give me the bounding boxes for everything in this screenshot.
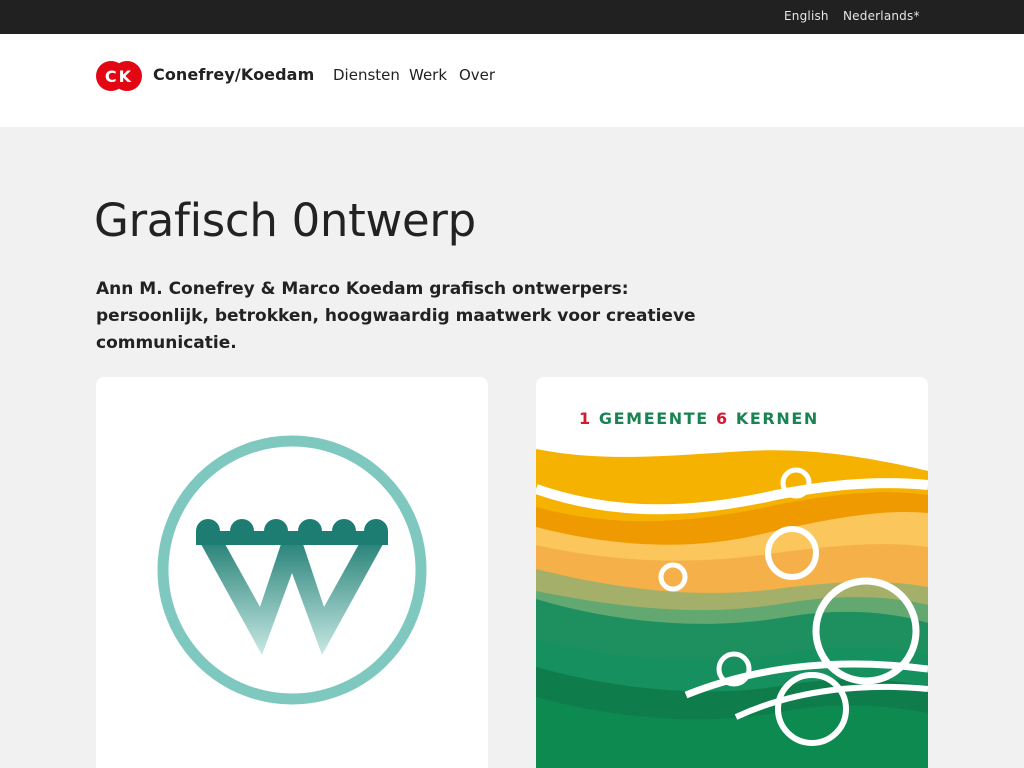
intro-text: Ann M. Conefrey & Marco Koedam grafisch …: [96, 279, 696, 353]
w-logo-icon: [157, 435, 427, 705]
poster-number-one: 1: [579, 409, 592, 428]
page-title: Grafisch 0ntwerp: [94, 194, 476, 247]
poster-word-gemeente: GEMEENTE: [598, 409, 709, 428]
project-card-w-logo[interactable]: [96, 377, 488, 768]
site-header: CK Conefrey/Koedam Diensten Werk Over: [0, 34, 1024, 127]
language-dutch-link[interactable]: Nederlands*: [843, 9, 920, 23]
project-card-gemeente-poster[interactable]: 1 GEMEENTE 6 KERNEN: [536, 377, 928, 768]
language-english-link[interactable]: English: [784, 9, 829, 23]
nav-item-over[interactable]: Over: [459, 66, 495, 84]
nav-item-diensten[interactable]: Diensten: [333, 66, 400, 84]
nav-item-werk[interactable]: Werk: [409, 66, 447, 84]
language-bar: English Nederlands*: [0, 0, 1024, 34]
waves-illustration: [536, 377, 928, 768]
logo-text: CK: [105, 67, 133, 86]
brand-name[interactable]: Conefrey/Koedam: [153, 65, 314, 84]
poster-word-kernen: KERNEN: [735, 409, 819, 428]
poster-number-six: 6: [715, 409, 729, 428]
poster-headline: 1 GEMEENTE 6 KERNEN: [579, 409, 819, 428]
ck-logo-icon[interactable]: CK: [96, 61, 142, 91]
